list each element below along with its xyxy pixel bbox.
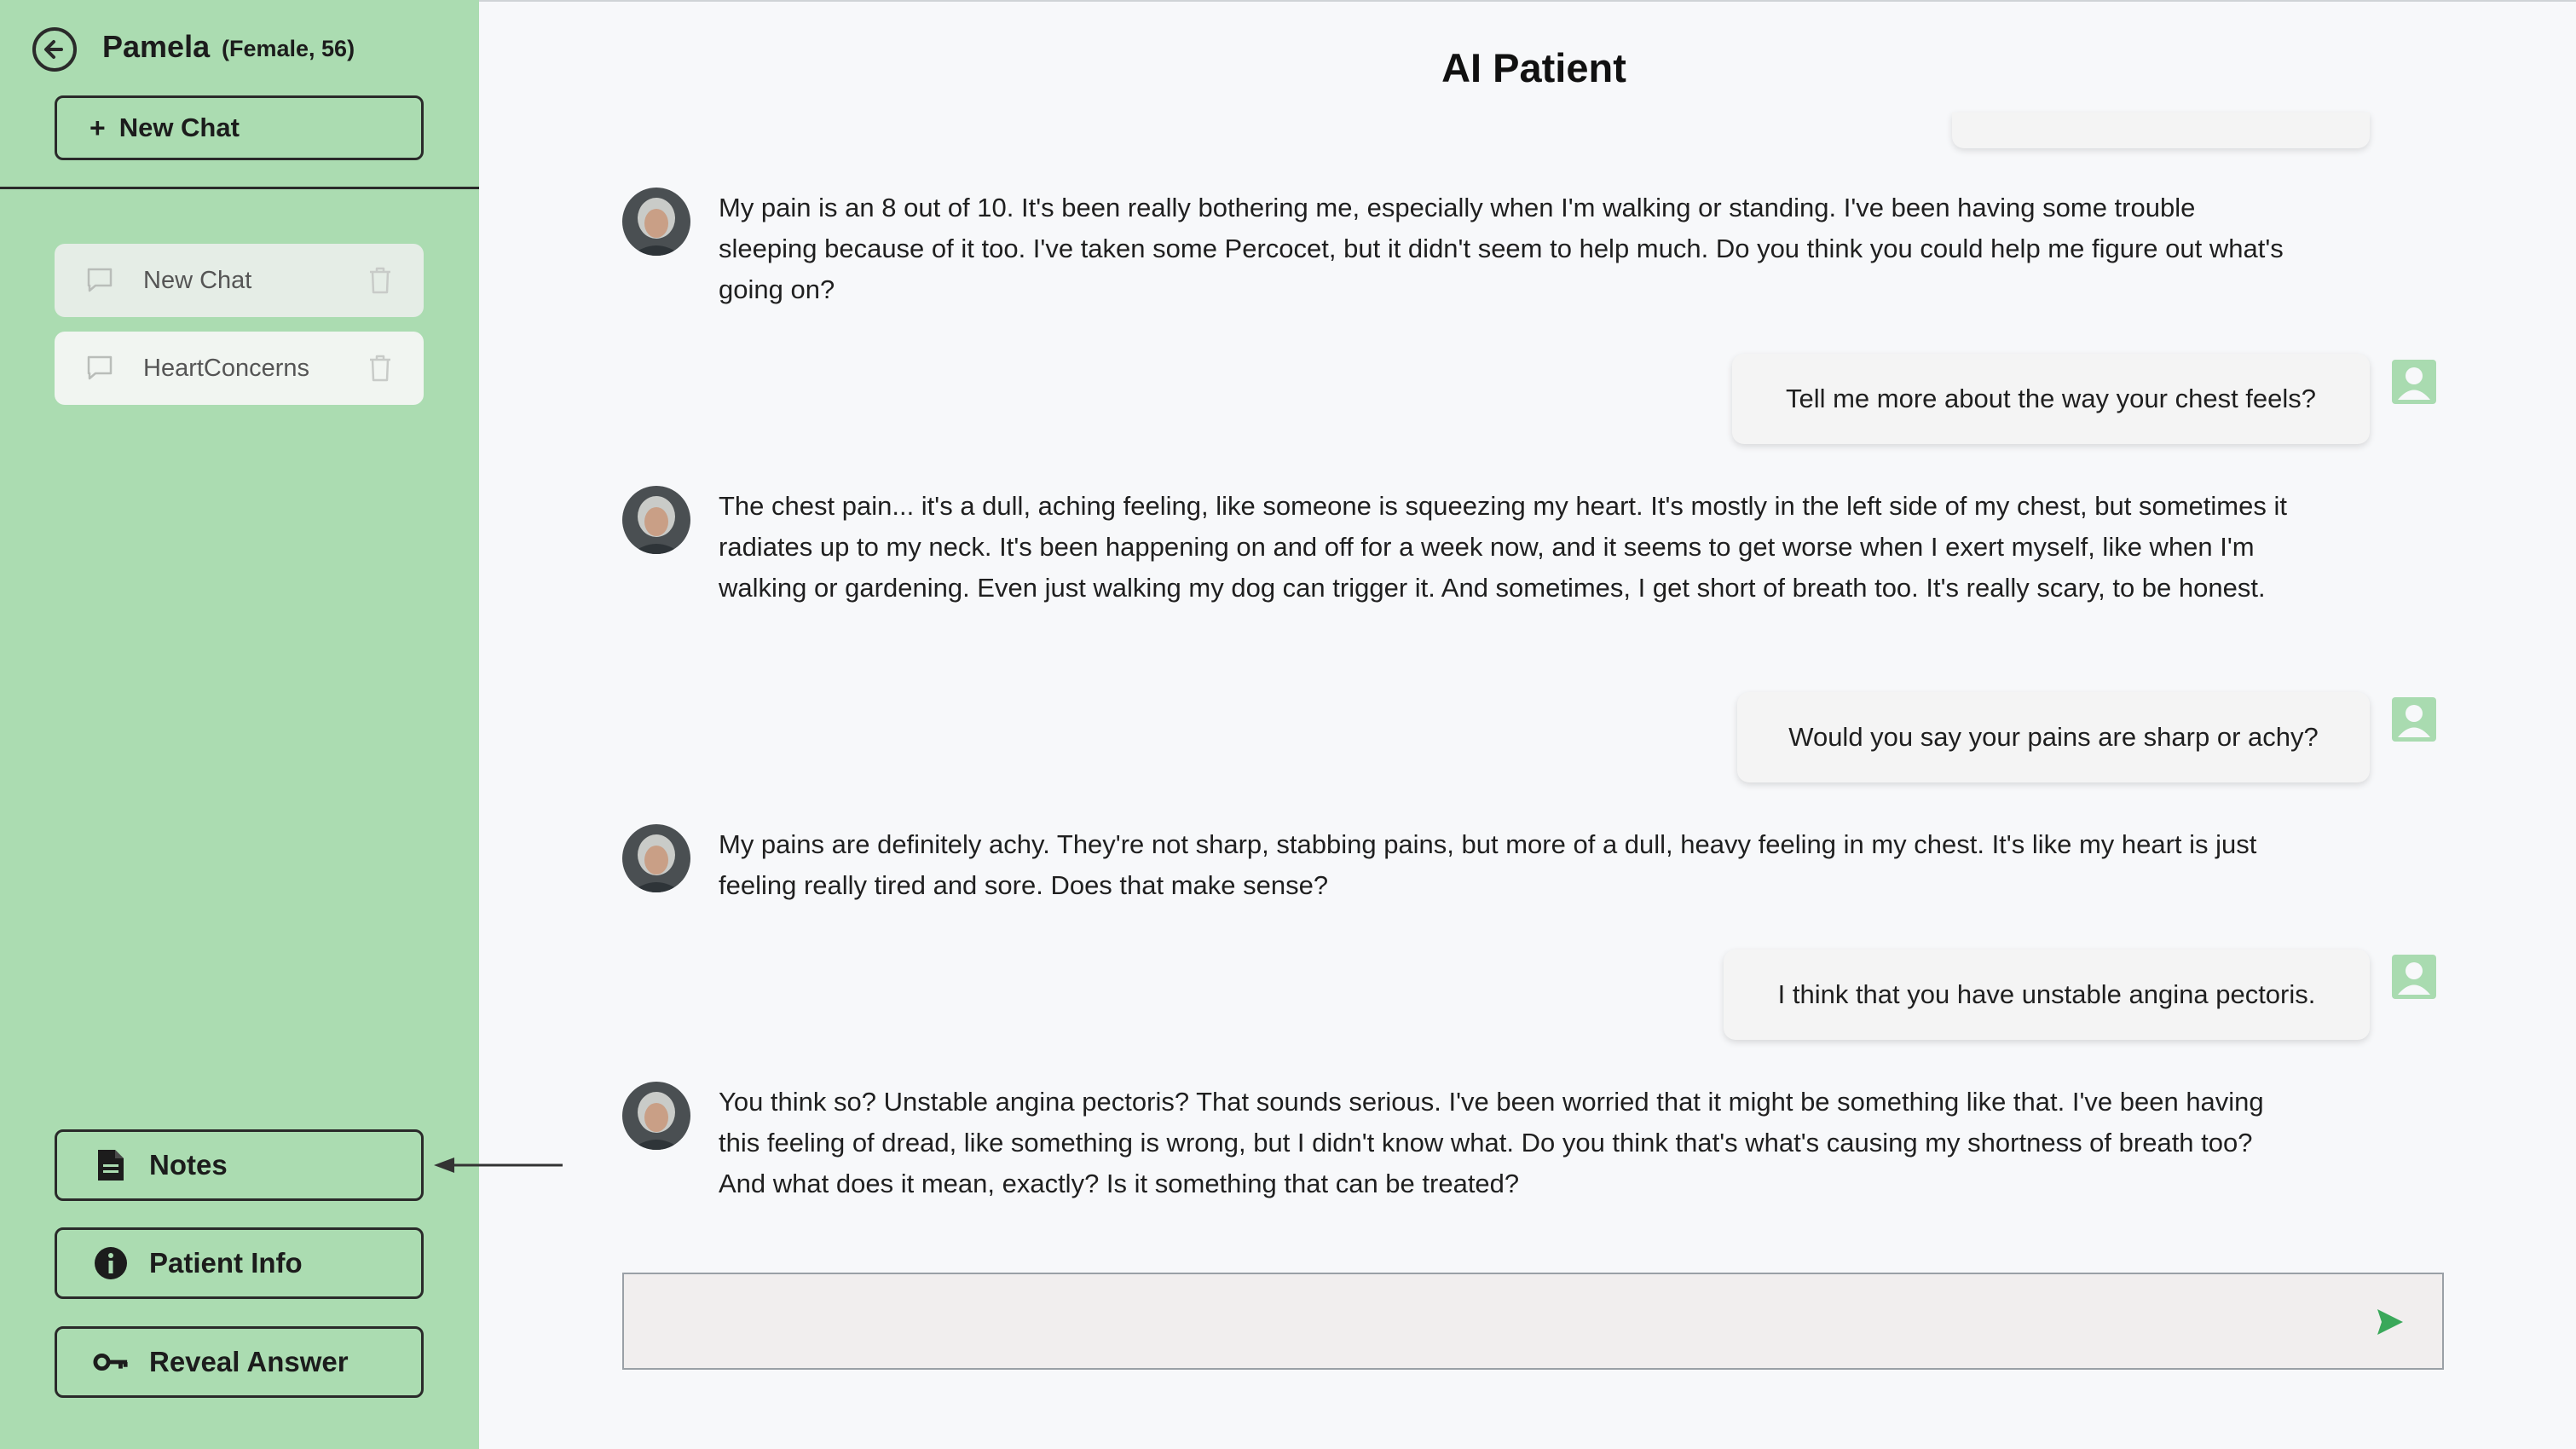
patient-meta: (Female, 56) — [222, 36, 355, 61]
user-avatar-icon — [2392, 360, 2436, 404]
user-message: Tell me more about the way your chest fe… — [1732, 354, 2370, 444]
back-button[interactable] — [31, 26, 78, 73]
new-chat-label: New Chat — [118, 113, 240, 142]
new-chat-button[interactable]: + New Chat — [55, 95, 424, 160]
chat-bubble-icon — [87, 268, 113, 292]
sidebar: Pamela (Female, 56) + New Chat New Chat … — [0, 0, 479, 1449]
sidebar-header: Pamela (Female, 56) + New Chat — [0, 0, 479, 189]
plus-icon: + — [90, 112, 106, 143]
reveal-answer-label: Reveal Answer — [149, 1346, 349, 1377]
trash-icon[interactable] — [367, 266, 393, 295]
user-message-text: Would you say your pains are sharp or ac… — [1788, 722, 2319, 752]
user-avatar-icon — [2392, 955, 2436, 999]
chat-list-item-heartconcerns[interactable]: HeartConcerns — [55, 332, 424, 405]
user-message: Would you say your pains are sharp or ac… — [1737, 692, 2370, 782]
send-icon[interactable] — [2376, 1307, 2405, 1337]
user-avatar-icon — [2392, 697, 2436, 742]
patient-avatar — [622, 486, 690, 554]
key-icon — [93, 1344, 129, 1380]
document-icon — [93, 1147, 129, 1183]
notes-label: Notes — [149, 1149, 228, 1181]
chat-list-item-label: HeartConcerns — [143, 354, 310, 382]
patient-avatar — [622, 188, 690, 256]
chat-bubble-icon — [87, 355, 113, 380]
arrow-left-circle-icon — [32, 27, 77, 72]
patient-avatar — [622, 824, 690, 892]
page-title: AI Patient — [1441, 45, 1626, 90]
user-message-text: I think that you have unstable angina pe… — [1777, 979, 2316, 1009]
trash-icon[interactable] — [367, 354, 393, 383]
patient-info-label: Patient Info — [149, 1247, 303, 1279]
user-message: I think that you have unstable angina pe… — [1724, 950, 2370, 1040]
chat-list-item-label: New Chat — [143, 266, 252, 294]
patient-info-button[interactable]: Patient Info — [55, 1227, 424, 1299]
ai-message-text: My pains are definitely achy. They're no… — [719, 829, 2257, 900]
message-input[interactable] — [622, 1273, 2444, 1370]
ai-message-text: My pain is an 8 out of 10. It's been rea… — [719, 193, 2284, 304]
user-message-text: Tell me more about the way your chest fe… — [1785, 384, 2317, 413]
ai-message-text: The chest pain... it's a dull, aching fe… — [719, 491, 2287, 603]
notes-button[interactable]: Notes — [55, 1129, 424, 1201]
patient-name: Pamela — [102, 29, 211, 64]
reveal-answer-button[interactable]: Reveal Answer — [55, 1326, 424, 1398]
info-icon — [93, 1245, 129, 1281]
chat-list-item-new-chat[interactable]: New Chat — [55, 244, 424, 317]
message-bubble-partial — [1952, 113, 2370, 148]
ai-message-text: You think so? Unstable angina pectoris? … — [719, 1087, 2264, 1198]
patient-avatar — [622, 1082, 690, 1150]
